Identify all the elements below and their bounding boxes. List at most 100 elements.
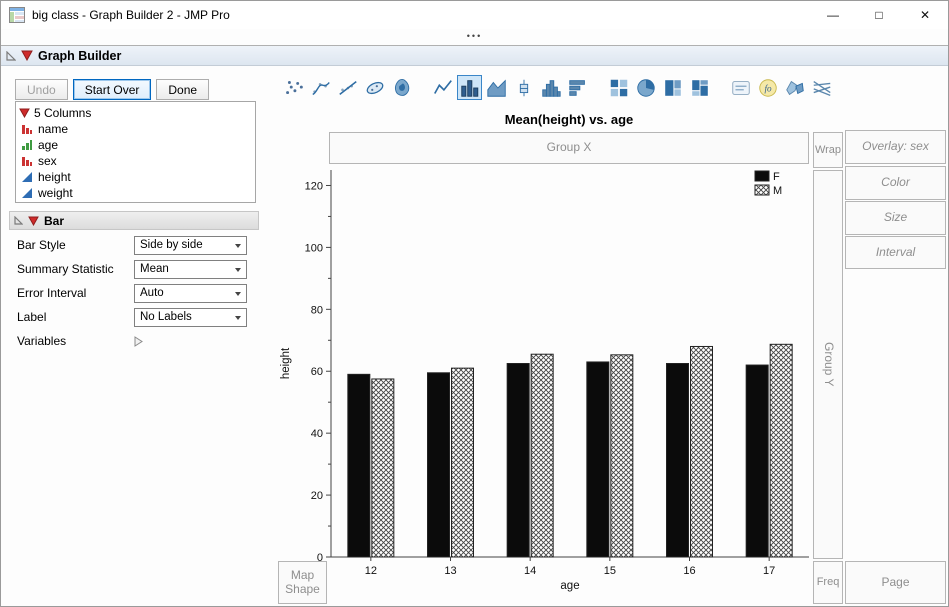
nominal-icon xyxy=(21,155,33,167)
continuous-icon xyxy=(21,187,33,199)
chevron-right-icon[interactable] xyxy=(134,335,143,347)
bar-M-13[interactable] xyxy=(451,367,474,558)
contour-icon[interactable] xyxy=(389,75,414,100)
drop-zone-page[interactable]: Page xyxy=(845,561,946,604)
error-interval-select[interactable]: Auto xyxy=(134,283,247,303)
bar-style-select[interactable]: Side by side xyxy=(134,235,247,255)
columns-count-label: 5 Columns xyxy=(34,105,92,120)
collapse-icon[interactable] xyxy=(14,216,23,225)
selected-value: Auto xyxy=(140,286,164,299)
toolbar-icon-group xyxy=(430,75,590,100)
chevron-down-icon xyxy=(235,267,241,272)
smoother-icon[interactable] xyxy=(308,75,333,100)
ellipse-icon[interactable] xyxy=(362,75,387,100)
legend-swatch-F[interactable] xyxy=(754,170,770,182)
y-tick-label: 80 xyxy=(311,304,323,316)
label-select[interactable]: No Labels xyxy=(134,307,247,327)
drop-zone-overlay[interactable]: Overlay: sex xyxy=(845,130,946,164)
x-tick-label: 16 xyxy=(683,565,695,577)
drop-zone-size[interactable]: Size xyxy=(845,201,946,235)
red-triangle-menu-icon[interactable] xyxy=(19,108,30,118)
undo-button[interactable]: Undo xyxy=(15,79,68,100)
app-icon xyxy=(9,7,25,23)
bar-icon[interactable] xyxy=(457,75,482,100)
drop-zone-color[interactable]: Color xyxy=(845,166,946,200)
legend-swatch-M[interactable] xyxy=(754,184,770,196)
column-label: age xyxy=(38,138,59,152)
continuous-icon xyxy=(21,171,33,183)
y-tick-label: 120 xyxy=(305,180,323,192)
column-item-age[interactable]: age xyxy=(16,137,255,153)
action-buttons: Undo Start Over Done xyxy=(15,79,210,100)
toolbar-grip[interactable]: ••• xyxy=(1,29,948,45)
line-icon[interactable] xyxy=(430,75,455,100)
bar-F-12[interactable] xyxy=(347,373,371,558)
drop-zone-wrap[interactable]: Wrap xyxy=(813,132,843,168)
bar-F-16[interactable] xyxy=(666,363,689,558)
column-label: sex xyxy=(38,154,57,168)
drop-zone-freq[interactable]: Freq xyxy=(813,561,843,604)
red-triangle-menu-icon[interactable] xyxy=(28,216,39,226)
column-item-sex[interactable]: sex xyxy=(16,153,255,169)
red-triangle-menu-icon[interactable] xyxy=(21,50,33,61)
bar-chart-icon[interactable] xyxy=(565,75,590,100)
window-title: big class - Graph Builder 2 - JMP Pro xyxy=(32,8,230,22)
label-label: Label xyxy=(17,310,47,324)
bar-F-13[interactable] xyxy=(427,372,450,558)
ordinal-icon xyxy=(21,139,33,151)
variables-label: Variables xyxy=(17,334,67,348)
caption-box-icon[interactable] xyxy=(728,75,753,100)
drop-zone-group-x[interactable]: Group X xyxy=(329,132,809,164)
y-tick-label: 40 xyxy=(311,428,323,440)
drop-zone-group-y[interactable]: Group Y xyxy=(813,170,843,559)
area-icon[interactable] xyxy=(484,75,509,100)
heatmap-icon[interactable] xyxy=(606,75,631,100)
treemap-icon[interactable] xyxy=(660,75,685,100)
outline-header: Graph Builder xyxy=(1,46,948,66)
y-tick-label: 20 xyxy=(311,490,323,502)
bar-M-17[interactable] xyxy=(769,343,793,558)
mosaic-icon[interactable] xyxy=(687,75,712,100)
column-item-height[interactable]: height xyxy=(16,169,255,185)
done-button[interactable]: Done xyxy=(156,79,210,100)
close-icon[interactable]: ✕ xyxy=(902,1,948,29)
map-shapes-icon[interactable] xyxy=(782,75,807,100)
bar-M-12[interactable] xyxy=(371,378,395,558)
chart-title: Mean(height) vs. age xyxy=(504,112,634,127)
drop-zone-interval[interactable]: Interval xyxy=(845,236,946,269)
bar-F-17[interactable] xyxy=(745,364,769,558)
column-item-weight[interactable]: weight xyxy=(16,185,255,201)
bar-F-15[interactable] xyxy=(586,361,610,558)
chevron-down-icon xyxy=(235,243,241,248)
bar-style-label: Bar Style xyxy=(17,238,66,252)
minimize-icon[interactable]: — xyxy=(810,1,856,29)
box-plot-icon[interactable] xyxy=(511,75,536,100)
line-of-fit-icon[interactable] xyxy=(335,75,360,100)
column-label: weight xyxy=(38,186,73,200)
window-controls: — □ ✕ xyxy=(810,1,948,29)
summary-statistic-select[interactable]: Mean xyxy=(134,259,247,279)
bar-F-14[interactable] xyxy=(506,363,530,558)
variables-row: Variables xyxy=(17,331,262,351)
titlebar: big class - Graph Builder 2 - JMP Pro — … xyxy=(1,1,948,29)
start-over-button[interactable]: Start Over xyxy=(72,79,152,100)
pie-icon[interactable] xyxy=(633,75,658,100)
y-tick-label: 60 xyxy=(311,366,323,378)
nominal-icon xyxy=(21,123,33,135)
parallel-icon[interactable] xyxy=(809,75,834,100)
drop-zone-map-shape[interactable]: Map Shape xyxy=(278,561,327,604)
x-tick-label: 13 xyxy=(444,565,456,577)
bar-M-14[interactable] xyxy=(530,353,554,558)
maximize-icon[interactable]: □ xyxy=(856,1,902,29)
columns-panel-header: 5 Columns xyxy=(16,102,255,121)
error-interval-row: Error Interval Auto xyxy=(17,283,262,303)
points-icon[interactable] xyxy=(281,75,306,100)
bar-M-16[interactable] xyxy=(690,345,713,558)
collapse-icon[interactable] xyxy=(6,50,16,61)
formula-icon[interactable]: fo xyxy=(755,75,780,100)
histogram-icon[interactable] xyxy=(538,75,563,100)
toolbar-icon-group xyxy=(281,75,414,100)
selected-value: Side by side xyxy=(140,238,203,251)
column-item-name[interactable]: name xyxy=(16,121,255,137)
bar-M-15[interactable] xyxy=(610,354,634,558)
